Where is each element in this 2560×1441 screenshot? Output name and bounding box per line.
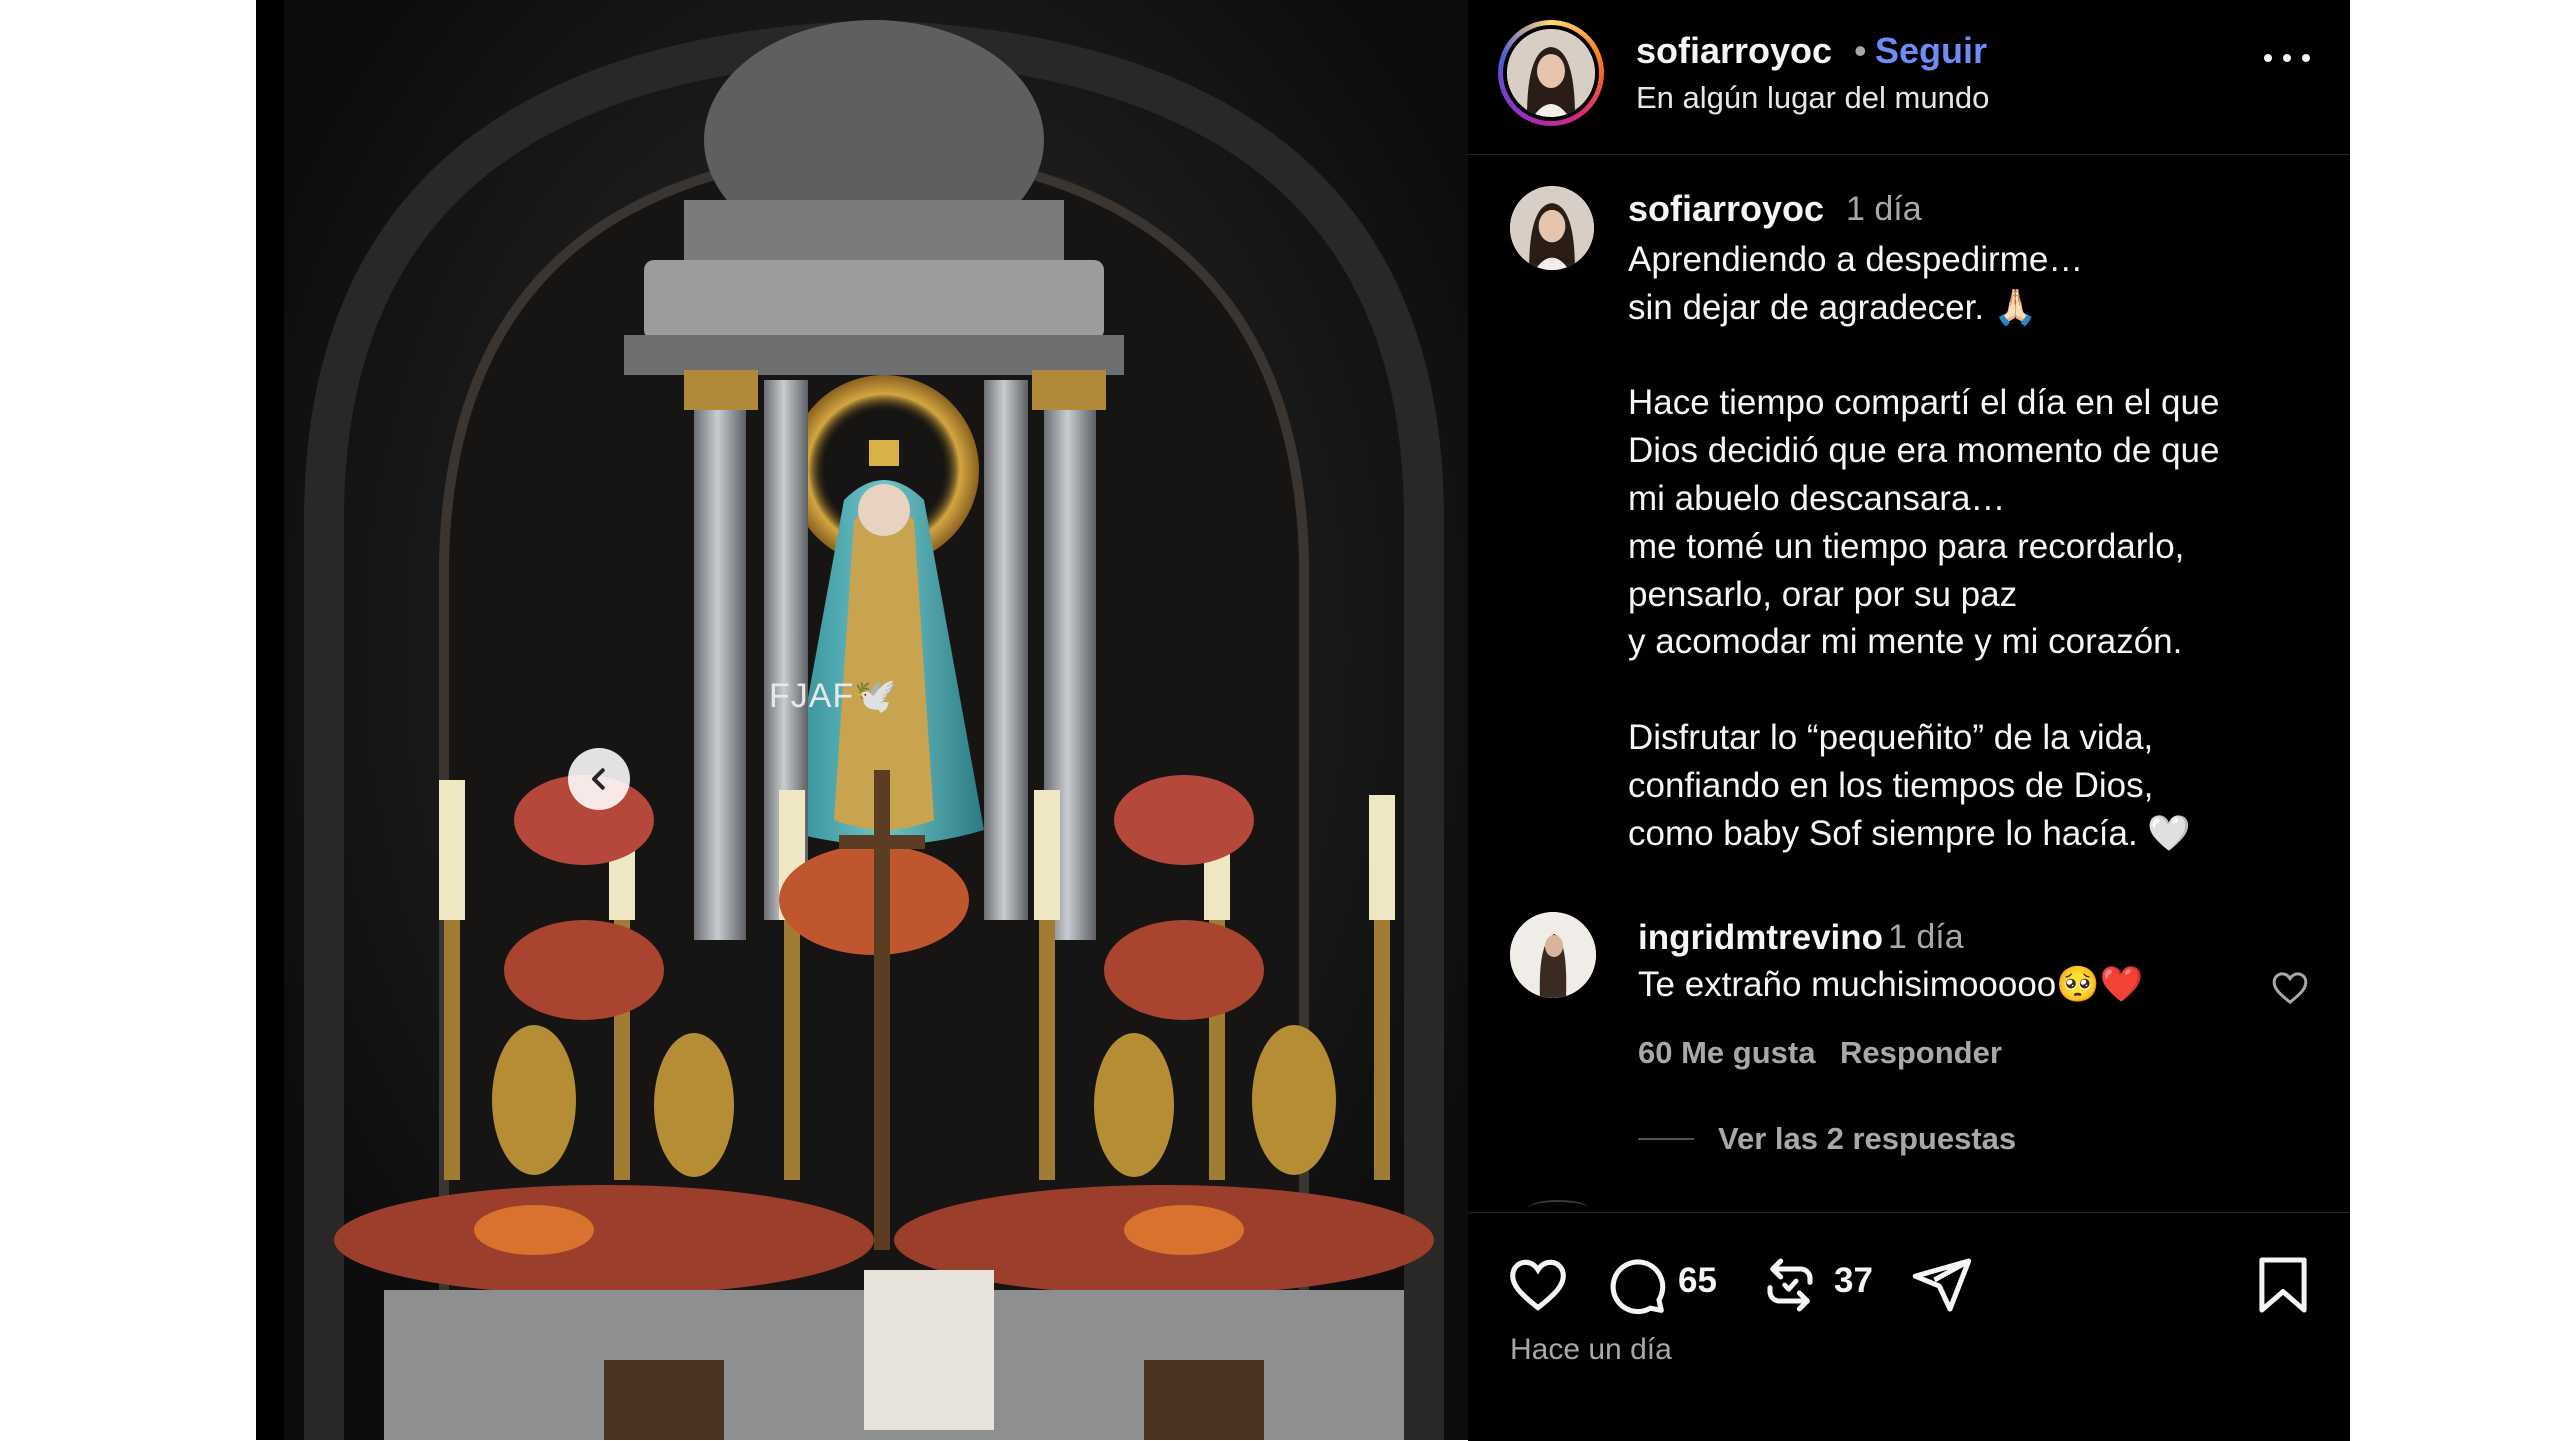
- comment-reply-button[interactable]: Responder: [1840, 1035, 2002, 1071]
- separator-dot: •: [1854, 30, 1867, 71]
- post-timestamp[interactable]: Hace un día: [1510, 1333, 1672, 1367]
- commenter-username[interactable]: ingridmtrevino: [1638, 918, 1883, 958]
- heart-outline-icon: [2272, 972, 2308, 1005]
- caption-line: Dios decidió que era momento de que: [1628, 431, 2220, 471]
- caption-line: [1628, 666, 2328, 714]
- author-username[interactable]: sofiarroyoc: [1636, 30, 1832, 72]
- post-media: FJAF🕊️: [256, 0, 1468, 1440]
- repost-button[interactable]: [1758, 1253, 1822, 1322]
- caption-line: me tomé un tiempo para recordarlo,: [1628, 526, 2185, 566]
- repost-icon: [1767, 1258, 1813, 1312]
- story-ring[interactable]: [1498, 20, 1604, 126]
- comment-text: Te extraño muchisimooooo🥺❤️: [1638, 965, 2144, 1004]
- send-icon: [1912, 1258, 1972, 1312]
- comment-time: 1 día: [1888, 918, 1964, 956]
- caption-line: Aprendiendo a despedirme…: [1628, 240, 2084, 279]
- caption-text: Aprendiendo a despedirme… sin dejar de a…: [1628, 236, 2328, 857]
- commenter-avatar[interactable]: [1510, 912, 1596, 998]
- caption-avatar[interactable]: [1510, 186, 1594, 270]
- save-button[interactable]: [2254, 1253, 2312, 1322]
- photo-watermark: FJAF🕊️: [769, 677, 898, 715]
- comment-likes[interactable]: 60 Me gusta: [1638, 1035, 1815, 1071]
- caption-username[interactable]: sofiarroyoc: [1628, 188, 1824, 230]
- caption-line: confiando en los tiempos de Dios,: [1628, 765, 2154, 805]
- caption-line: mi abuelo descansara…: [1628, 478, 2006, 518]
- more-options-button[interactable]: [2264, 48, 2310, 68]
- caption-time: 1 día: [1846, 190, 1922, 228]
- caption-line: [1628, 332, 2328, 380]
- author-avatar[interactable]: [1507, 29, 1595, 117]
- caption-line: y acomodar mi mente y mi corazón.: [1628, 622, 2183, 662]
- view-replies-button[interactable]: Ver las 2 respuestas: [1718, 1121, 2016, 1157]
- caption-line: sin dejar de agradecer. 🙏🏻: [1628, 287, 2038, 327]
- like-button[interactable]: [1506, 1253, 1570, 1322]
- altar-photo[interactable]: FJAF🕊️: [284, 0, 1468, 1440]
- post-actions-bar: 65 37 Hace un día: [1468, 1212, 2350, 1441]
- post-side-panel: sofiarroyoc • Seguir En algún lugar del …: [1468, 0, 2350, 1441]
- comment-bubble-icon: [1610, 1259, 1666, 1315]
- heart-icon: [1510, 1259, 1566, 1311]
- chevron-left-icon: [592, 768, 605, 790]
- caption-line: Hace tiempo compartí el día en el que: [1628, 383, 2220, 423]
- post-header: sofiarroyoc • Seguir En algún lugar del …: [1468, 0, 2350, 155]
- caption-line: pensarlo, orar por su paz: [1628, 574, 2018, 614]
- instagram-post: FJAF🕊️ sofiarroyoc • Seguir En algún lug…: [256, 0, 2350, 1441]
- comment-button[interactable]: [1604, 1253, 1668, 1322]
- altar-illustration: [304, 19, 1444, 1440]
- more-horizontal-icon: [2264, 54, 2272, 62]
- post-location[interactable]: En algún lugar del mundo: [1636, 80, 1989, 116]
- share-button[interactable]: [1910, 1253, 1974, 1322]
- reposts-count: 37: [1834, 1261, 1873, 1300]
- follow-button[interactable]: Seguir: [1875, 30, 1987, 72]
- previous-photo-button[interactable]: [568, 748, 630, 810]
- replies-divider: [1638, 1138, 1694, 1140]
- caption-line: como baby Sof siempre lo hacía. 🤍: [1628, 813, 2192, 853]
- caption-line: Disfrutar lo “pequeñito” de la vida,: [1628, 717, 2154, 757]
- comment-like-button[interactable]: [2270, 968, 2310, 1013]
- comments-count: 65: [1678, 1261, 1717, 1300]
- bookmark-icon: [2259, 1257, 2307, 1313]
